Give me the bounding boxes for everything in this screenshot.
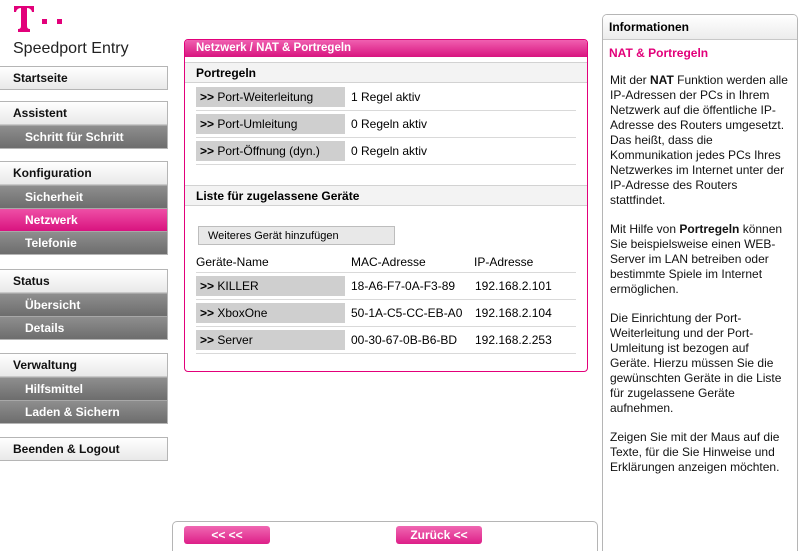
device-ip: 192.168.2.101 xyxy=(475,279,552,293)
info-panel: Informationen NAT & Portregeln Mit der N… xyxy=(602,14,798,551)
sidebar-item-uebersicht[interactable]: Übersicht xyxy=(0,293,167,316)
sidebar-group-assistent: Assistent Schritt für Schritt xyxy=(0,101,168,149)
info-subheading: NAT & Portregeln xyxy=(609,46,709,60)
info-text: Mit Hilfe von xyxy=(610,222,680,236)
footer-bar: << << Zurück << xyxy=(172,521,598,551)
row-prefix: >> xyxy=(200,90,215,104)
row-prefix: >> xyxy=(200,117,215,131)
row-label: Port-Öffnung (dyn.) xyxy=(217,144,320,158)
sidebar-head-verwaltung[interactable]: Verwaltung xyxy=(0,354,167,377)
row-prefix: >> xyxy=(200,279,215,293)
main-panel: Netzwerk / NAT & Portregeln Portregeln >… xyxy=(184,39,588,372)
brand-name: Speedport Entry xyxy=(13,40,129,57)
row-prefix: >> xyxy=(200,144,215,158)
device-mac: 18-A6-F7-0A-F3-89 xyxy=(351,279,456,293)
device-mac: 50-1A-C5-CC-EB-A0 xyxy=(351,306,463,320)
sidebar-item-logout[interactable]: Beenden & Logout xyxy=(0,438,167,460)
row-status: 0 Regeln aktiv xyxy=(351,117,428,131)
device-name: KILLER xyxy=(217,279,259,293)
row-status: 0 Regeln aktiv xyxy=(351,144,428,158)
sidebar-item-sicherheit[interactable]: Sicherheit xyxy=(0,185,167,208)
section-heading-devices: Liste für zugelassene Geräte xyxy=(185,185,587,206)
device-name: XboxOne xyxy=(217,306,268,320)
sidebar-head-status[interactable]: Status xyxy=(0,270,167,293)
device-name: Server xyxy=(217,333,253,347)
info-heading: Informationen xyxy=(603,15,797,40)
device-ip: 192.168.2.253 xyxy=(475,333,552,347)
info-text: Funktion werden alle IP-Adressen der PCs… xyxy=(610,73,788,207)
info-paragraph-portregeln: Mit Hilfe von Portregeln können Sie beis… xyxy=(610,222,791,297)
telekom-t-logo xyxy=(14,6,62,32)
info-paragraph-hinweis: Zeigen Sie mit der Maus auf die Texte, f… xyxy=(610,430,780,474)
row-status: 1 Regel aktiv xyxy=(351,90,421,104)
sidebar-item-telefonie[interactable]: Telefonie xyxy=(0,231,167,254)
port-rule-row: >> Port-Öffnung (dyn.) 0 Regeln aktiv xyxy=(196,139,576,165)
row-prefix: >> xyxy=(200,333,215,347)
sidebar-item-details[interactable]: Details xyxy=(0,316,167,339)
sidebar-head-konfiguration[interactable]: Konfiguration xyxy=(0,162,167,185)
sidebar-item-schritt-fuer-schritt[interactable]: Schritt für Schritt xyxy=(0,125,167,148)
port-oeffnung-button[interactable]: >> Port-Öffnung (dyn.) xyxy=(196,141,345,161)
device-button-killer[interactable]: >> KILLER xyxy=(196,276,345,296)
device-button-server[interactable]: >> Server xyxy=(196,330,345,350)
info-paragraph-nat: Mit der NAT Funktion werden alle IP-Adre… xyxy=(610,73,791,208)
sidebar-item-laden-sichern[interactable]: Laden & Sichern xyxy=(0,400,167,423)
sidebar-group-startseite: Startseite xyxy=(0,66,168,90)
table-header-divider xyxy=(196,246,576,273)
table-row: >> Server 00-30-67-0B-B6-BD 192.168.2.25… xyxy=(196,328,576,354)
sidebar-group-logout: Beenden & Logout xyxy=(0,437,168,461)
sidebar-item-netzwerk[interactable]: Netzwerk xyxy=(0,208,167,231)
port-rule-row: >> Port-Umleitung 0 Regeln aktiv xyxy=(196,112,576,138)
row-label: Port-Umleitung xyxy=(217,117,298,131)
page-title: Netzwerk / NAT & Portregeln xyxy=(185,40,587,57)
row-label: Port-Weiterleitung xyxy=(217,90,314,104)
port-weiterleitung-button[interactable]: >> Port-Weiterleitung xyxy=(196,87,345,107)
row-prefix: >> xyxy=(200,306,215,320)
zurueck-button[interactable]: Zurück << xyxy=(396,526,482,544)
info-keyword-nat: NAT xyxy=(650,73,674,87)
port-rule-row: >> Port-Weiterleitung 1 Regel aktiv xyxy=(196,85,576,111)
sidebar-item-hilfsmittel[interactable]: Hilfsmittel xyxy=(0,377,167,400)
device-button-xboxone[interactable]: >> XboxOne xyxy=(196,303,345,323)
sidebar-item-startseite[interactable]: Startseite xyxy=(0,67,167,89)
back-button[interactable]: << << xyxy=(184,526,270,544)
sidebar-group-konfiguration: Konfiguration Sicherheit Netzwerk Telefo… xyxy=(0,161,168,255)
sidebar-head-assistent[interactable]: Assistent xyxy=(0,102,167,125)
sidebar-group-verwaltung: Verwaltung Hilfsmittel Laden & Sichern xyxy=(0,353,168,424)
device-ip: 192.168.2.104 xyxy=(475,306,552,320)
section-heading-portregeln: Portregeln xyxy=(185,62,587,83)
info-keyword-portregeln: Portregeln xyxy=(679,222,740,236)
device-mac: 00-30-67-0B-B6-BD xyxy=(351,333,458,347)
info-text: Mit der xyxy=(610,73,651,87)
sidebar-group-status: Status Übersicht Details xyxy=(0,269,168,340)
table-row: >> XboxOne 50-1A-C5-CC-EB-A0 192.168.2.1… xyxy=(196,301,576,327)
add-device-button[interactable]: Weiteres Gerät hinzufügen xyxy=(198,226,395,245)
port-umleitung-button[interactable]: >> Port-Umleitung xyxy=(196,114,345,134)
info-paragraph-einrichtung: Die Einrichtung der Port-Weiterleitung u… xyxy=(610,311,782,415)
table-row: >> KILLER 18-A6-F7-0A-F3-89 192.168.2.10… xyxy=(196,274,576,300)
